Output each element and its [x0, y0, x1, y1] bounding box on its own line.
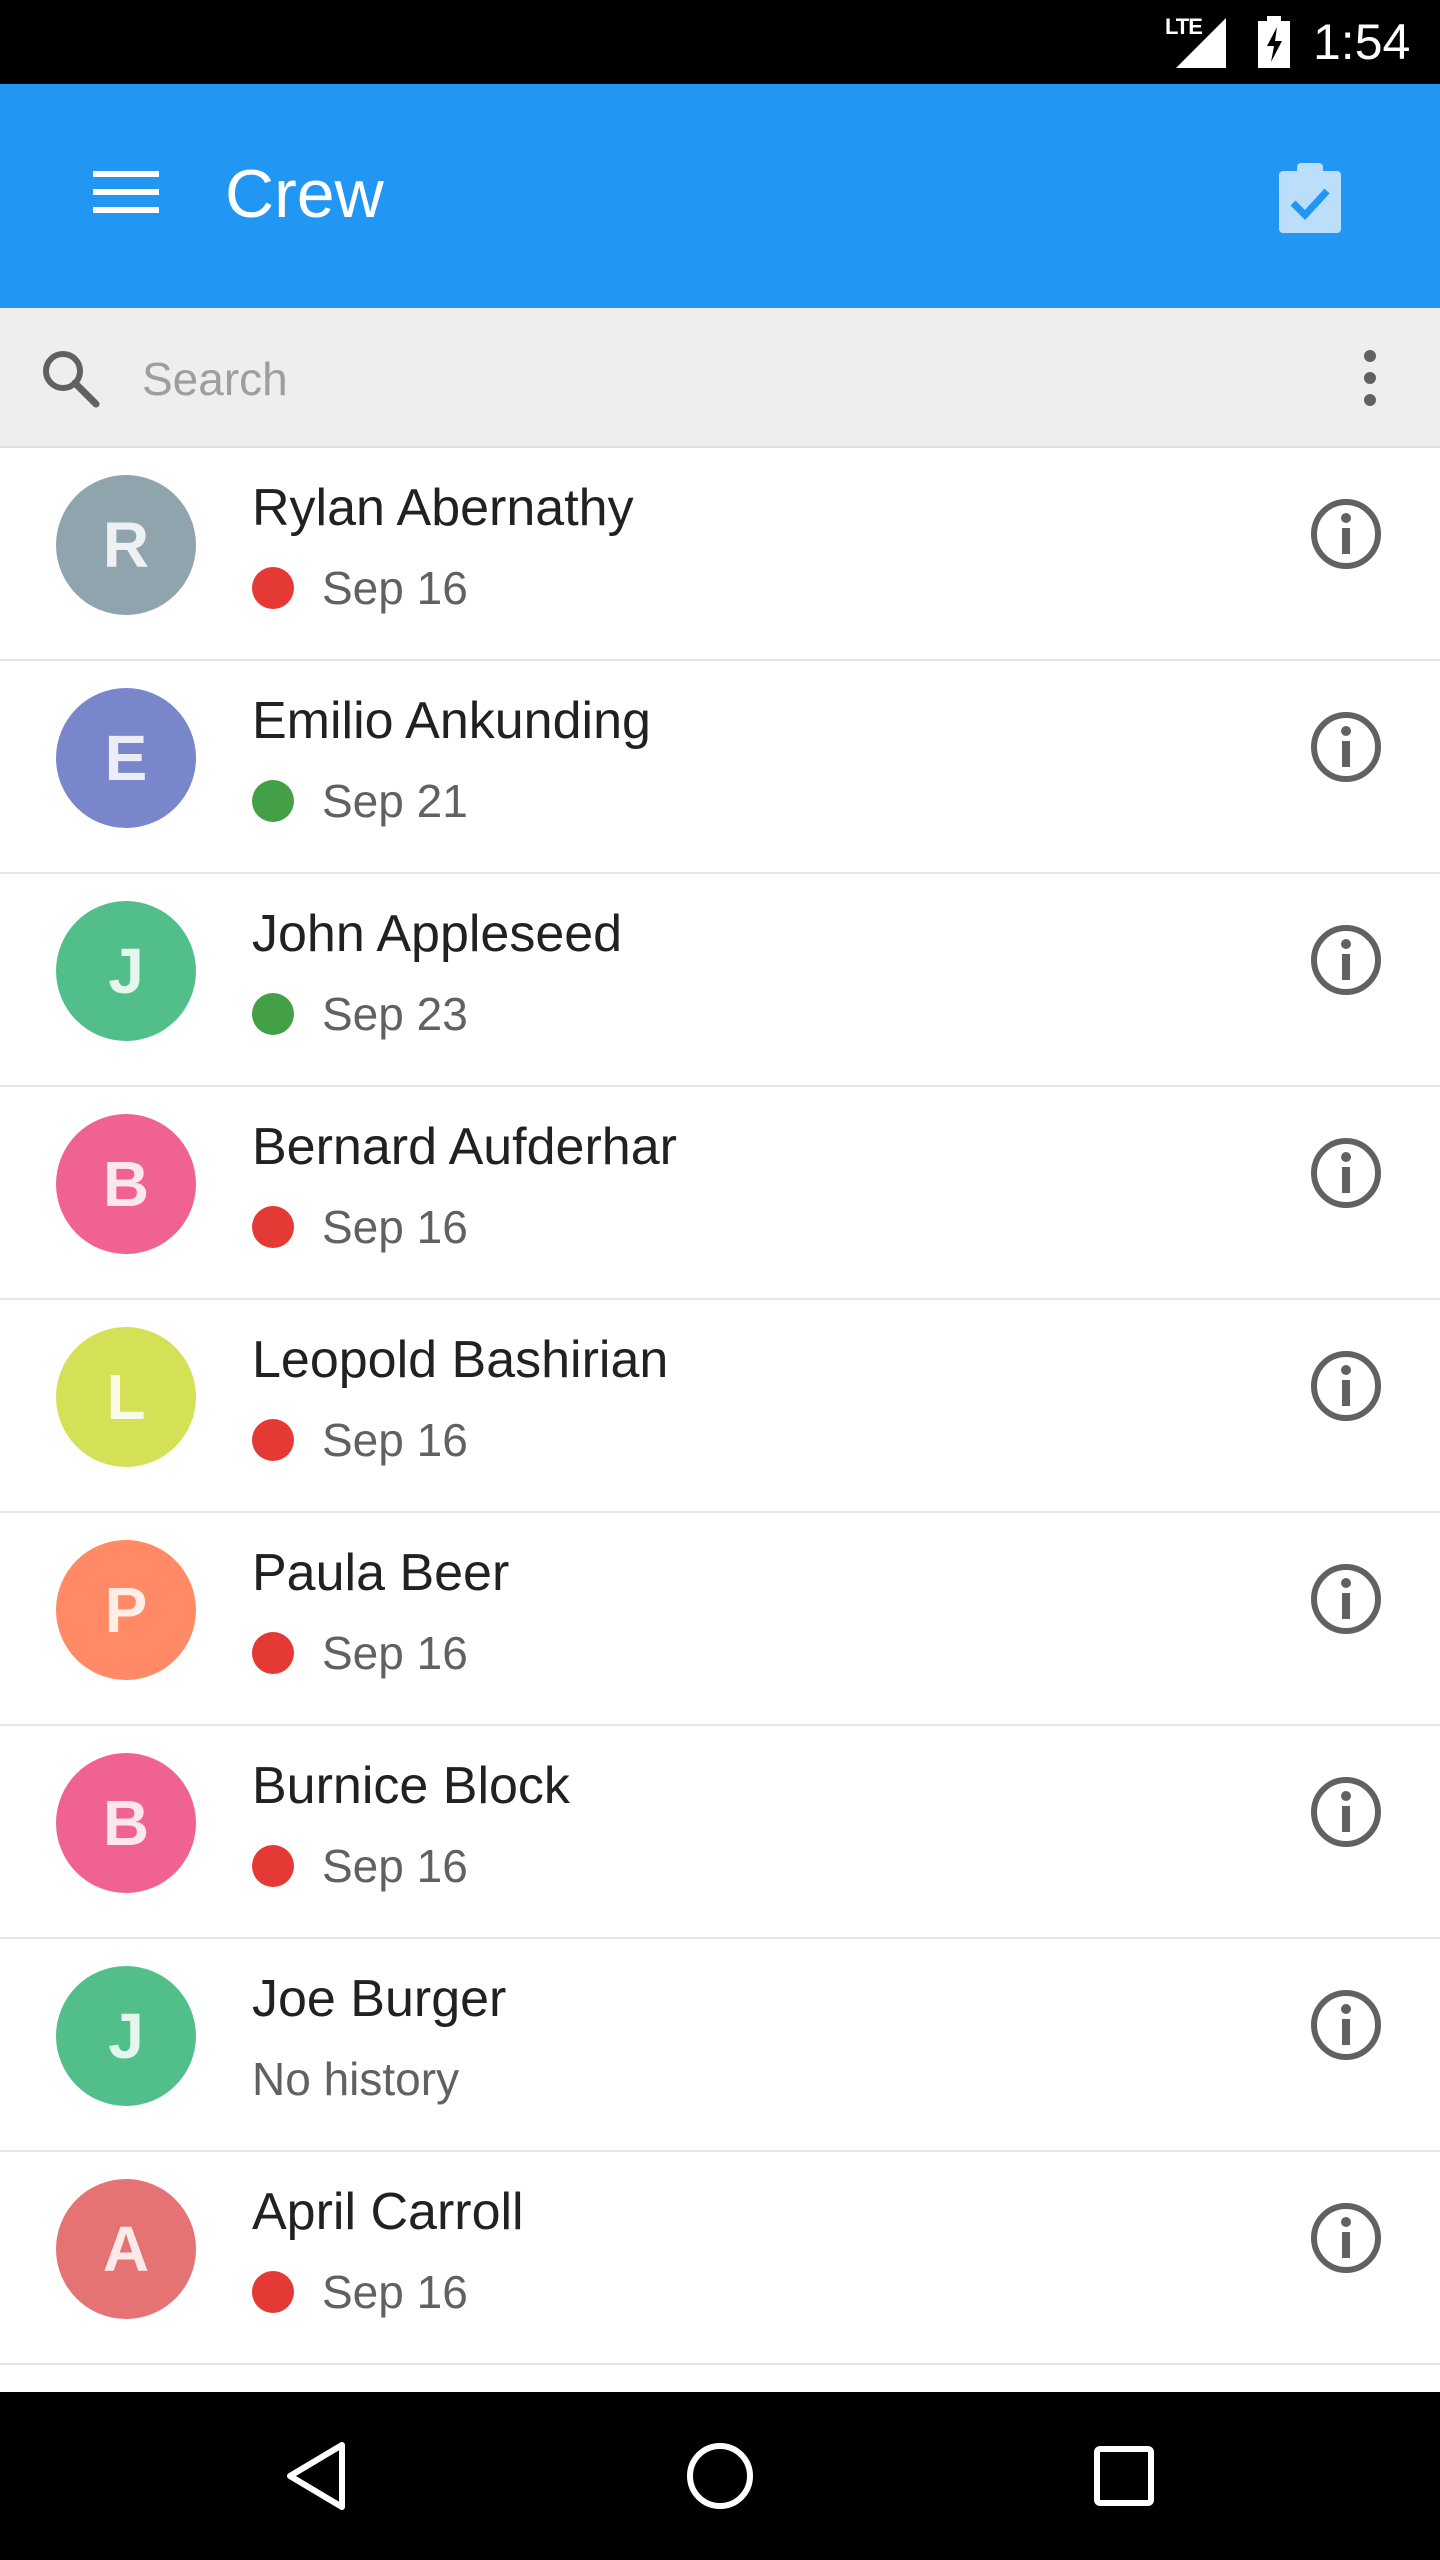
status-dot: [252, 993, 294, 1035]
avatar: L: [56, 1327, 196, 1467]
app-bar: Crew: [0, 84, 1440, 308]
avatar-initial: J: [108, 935, 144, 1007]
status-bar: LTE 1:54: [0, 0, 1440, 84]
crew-name: Joe Burger: [252, 1970, 507, 2028]
recents-square-icon[interactable]: [1074, 2426, 1174, 2526]
status-dot: [252, 1632, 294, 1674]
crew-name: Bernard Aufderhar: [252, 1118, 677, 1176]
info-icon[interactable]: [1296, 1975, 1396, 2075]
avatar: A: [56, 2179, 196, 2319]
status-dot: [252, 2271, 294, 2313]
search-bar: [0, 308, 1440, 448]
info-icon[interactable]: [1296, 1123, 1396, 1223]
network-type: LTE: [1165, 14, 1203, 39]
avatar-initial: A: [102, 2213, 150, 2285]
info-icon[interactable]: [1296, 697, 1396, 797]
info-icon[interactable]: [1296, 910, 1396, 1010]
status-row: Sep 16: [252, 1836, 468, 1896]
status-row: No history: [252, 2049, 459, 2109]
avatar: E: [56, 688, 196, 828]
crew-list-item[interactable]: P Paula Beer Sep 16: [0, 1513, 1440, 1726]
search-input[interactable]: [140, 338, 1244, 420]
crew-list-item[interactable]: A April Carroll Sep 16: [0, 2152, 1440, 2365]
avatar-initial: B: [102, 1787, 150, 1859]
crew-name: John Appleseed: [252, 905, 623, 963]
page-title: Crew: [225, 156, 384, 232]
status-row: Sep 21: [252, 771, 468, 831]
status-dot: [252, 1419, 294, 1461]
status-dot: [252, 780, 294, 822]
info-icon[interactable]: [1296, 1549, 1396, 1649]
info-icon[interactable]: [1296, 484, 1396, 584]
status-row: Sep 16: [252, 1197, 468, 1257]
last-seen-date: Sep 16: [322, 2266, 468, 2318]
last-seen-date: Sep 21: [322, 775, 468, 827]
avatar: R: [56, 475, 196, 615]
info-icon[interactable]: [1296, 1336, 1396, 1436]
avatar: J: [56, 1966, 196, 2106]
assignment-turned-in-icon[interactable]: [1262, 150, 1358, 246]
info-icon[interactable]: [1296, 1762, 1396, 1862]
crew-list-item[interactable]: R Rylan Abernathy Sep 16: [0, 448, 1440, 661]
status-row: Sep 23: [252, 984, 468, 1044]
crew-list: R Rylan Abernathy Sep 16 E Emilio Ankunding S…: [0, 448, 1440, 2390]
status-dot: [252, 567, 294, 609]
status-row: Sep 16: [252, 2262, 468, 2322]
avatar-initial: J: [108, 2000, 144, 2072]
crew-list-item[interactable]: E Emilio Ankunding Sep 21: [0, 661, 1440, 874]
crew-list-item[interactable]: B Bernard Aufderhar Sep 16: [0, 1087, 1440, 1300]
avatar-initial: L: [106, 1361, 146, 1433]
crew-list-item[interactable]: J Joe Burger No history: [0, 1939, 1440, 2152]
clock: 1:54: [1313, 14, 1411, 70]
avatar: B: [56, 1114, 196, 1254]
menu-icon[interactable]: [78, 144, 174, 240]
last-seen-date: Sep 16: [322, 1627, 468, 1679]
battery-charging-icon: [1258, 16, 1290, 68]
home-circle-icon[interactable]: [670, 2426, 770, 2526]
crew-name: Rylan Abernathy: [252, 479, 634, 537]
avatar: B: [56, 1753, 196, 1893]
crew-list-item[interactable]: J John Appleseed Sep 23: [0, 874, 1440, 1087]
last-seen-date: Sep 23: [322, 988, 468, 1040]
avatar-initial: E: [104, 722, 148, 794]
crew-name: Paula Beer: [252, 1544, 510, 1602]
crew-list-item[interactable]: L Leopold Bashirian Sep 16: [0, 1300, 1440, 1513]
status-row: Sep 16: [252, 558, 468, 618]
status-dot: [252, 1206, 294, 1248]
back-triangle-icon[interactable]: [266, 2426, 366, 2526]
last-seen-date: Sep 16: [322, 562, 468, 614]
info-icon[interactable]: [1296, 2188, 1396, 2288]
avatar-initial: R: [102, 509, 150, 581]
last-seen-date: Sep 16: [322, 1840, 468, 1892]
avatar-initial: B: [102, 1148, 150, 1220]
crew-name: April Carroll: [252, 2183, 524, 2241]
last-seen-date: Sep 16: [322, 1201, 468, 1253]
crew-name: Burnice Block: [252, 1757, 570, 1815]
last-seen-date: Sep 16: [322, 1414, 468, 1466]
status-dot: [252, 1845, 294, 1887]
more-vert-icon[interactable]: [1330, 338, 1410, 418]
status-row: Sep 16: [252, 1410, 468, 1470]
navigation-bar: [0, 2392, 1440, 2560]
crew-name: Leopold Bashirian: [252, 1331, 669, 1389]
search-icon[interactable]: [30, 338, 110, 418]
avatar: P: [56, 1540, 196, 1680]
last-seen-date: No history: [252, 2053, 460, 2105]
status-row: Sep 16: [252, 1623, 468, 1683]
crew-list-item[interactable]: B Burnice Block Sep 16: [0, 1726, 1440, 1939]
avatar-initial: P: [104, 1574, 148, 1646]
crew-name: Emilio Ankunding: [252, 692, 651, 750]
avatar: J: [56, 901, 196, 1041]
